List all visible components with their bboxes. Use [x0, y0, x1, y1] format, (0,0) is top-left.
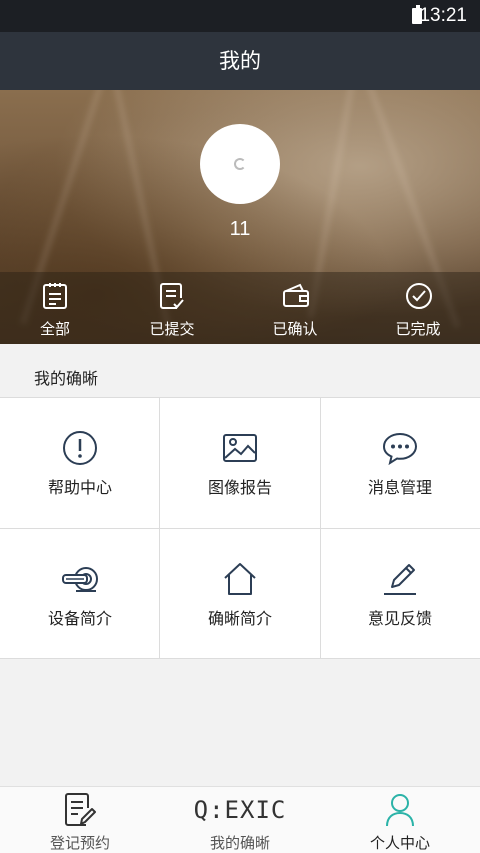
wallet-icon: [283, 283, 309, 307]
nav-label: 我的确晰: [209, 834, 270, 852]
check-circle-icon: [406, 283, 432, 309]
avatar-logo-icon: [234, 158, 246, 170]
grid-item-label: 确晰简介: [207, 609, 272, 628]
order-tab-label: 已提交: [149, 320, 195, 338]
grid-item-label: 图像报告: [207, 478, 272, 497]
feature-grid: 帮助中心 图像报告 消息管理 设备简介 确晰简介 意见反馈: [0, 397, 480, 659]
nav-label: 个人中心: [369, 834, 430, 852]
order-tab-confirmed[interactable]: 已确认: [240, 272, 350, 344]
status-time: 13:21: [419, 5, 467, 26]
order-tab-submitted[interactable]: 已提交: [117, 272, 227, 344]
image-icon: [223, 434, 257, 462]
profile-banner: 11 全部 已提交 已确认 已完成: [0, 90, 480, 344]
section-header: 我的确晰: [0, 344, 480, 397]
home-icon: [224, 563, 256, 595]
section-title: 我的确晰: [34, 369, 99, 388]
nav-tab-profile[interactable]: 个人中心: [320, 787, 480, 853]
avatar[interactable]: [200, 124, 280, 204]
brand-intro-button[interactable]: 确晰简介: [160, 529, 320, 659]
grid-item-label: 意见反馈: [367, 609, 432, 628]
register-icon: [65, 793, 96, 826]
feedback-button[interactable]: 意见反馈: [320, 529, 480, 659]
nav-tab-home[interactable]: Q:EXIC 我的确晰: [160, 787, 320, 853]
grid-item-label: 设备简介: [47, 609, 112, 628]
grid-item-label: 消息管理: [367, 478, 432, 497]
order-tab-label: 已确认: [272, 320, 318, 338]
bottom-nav: 登记预约 Q:EXIC 我的确晰 个人中心: [0, 786, 480, 853]
nav-tab-register[interactable]: 登记预约: [0, 787, 160, 853]
page-title: 我的: [219, 49, 261, 73]
order-tab-label: 全部: [39, 320, 70, 338]
chat-bubble-icon: [382, 432, 418, 466]
brand-logo: Q:EXIC: [193, 796, 287, 824]
status-bar: 13:21: [0, 0, 480, 32]
order-tab-completed[interactable]: 已完成: [363, 272, 473, 344]
grid-item-label: 帮助中心: [47, 478, 112, 497]
person-icon: [386, 794, 414, 827]
order-status-bar: 全部 已提交 已确认 已完成: [0, 272, 480, 344]
scanner-icon: [62, 567, 98, 592]
order-tab-label: 已完成: [395, 320, 441, 338]
device-intro-button[interactable]: 设备简介: [0, 529, 160, 659]
help-center-button[interactable]: 帮助中心: [0, 398, 160, 528]
nav-label: 登记预约: [49, 834, 110, 852]
exclamation-circle-icon: [63, 431, 97, 465]
username: 11: [229, 218, 251, 240]
order-tab-all[interactable]: 全部: [0, 272, 110, 344]
image-report-button[interactable]: 图像报告: [160, 398, 320, 528]
document-list-icon: [43, 283, 67, 309]
message-management-button[interactable]: 消息管理: [320, 398, 480, 528]
document-check-icon: [160, 283, 184, 309]
title-bar: 我的: [0, 32, 480, 90]
pencil-icon: [384, 564, 416, 595]
